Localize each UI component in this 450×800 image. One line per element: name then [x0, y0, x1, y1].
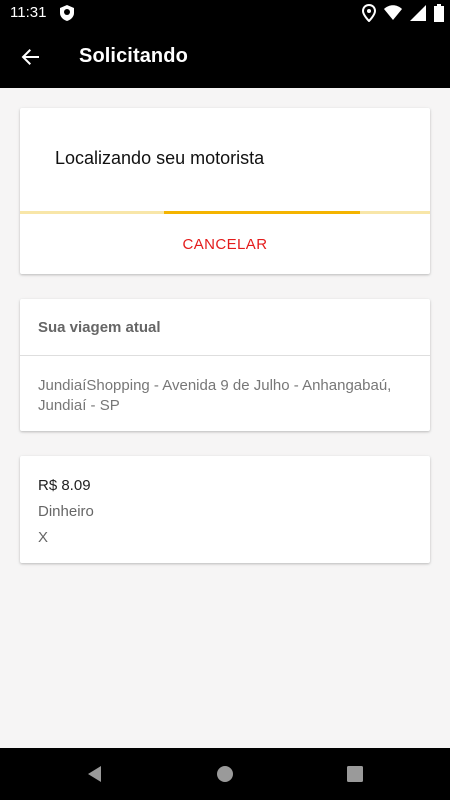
wifi-icon [384, 5, 402, 21]
recents-square-icon [347, 766, 363, 782]
signal-icon [410, 5, 426, 21]
trip-header: Sua viagem atual [38, 319, 161, 336]
back-button[interactable] [16, 42, 46, 72]
battery-icon [434, 4, 444, 22]
divider [20, 355, 430, 356]
status-icons [362, 4, 444, 22]
location-shield-icon [58, 4, 76, 22]
system-nav-bar [0, 748, 450, 800]
fare-price: R$ 8.09 [38, 477, 91, 494]
trip-address: JundiaíShopping - Avenida 9 de Julho - A… [38, 377, 392, 414]
app-bar: Solicitando [0, 26, 450, 88]
nav-home-button[interactable] [215, 764, 235, 784]
home-circle-icon [217, 766, 233, 782]
search-status-text: Localizando seu motorista [55, 148, 265, 168]
nav-recents-button[interactable] [345, 764, 365, 784]
status-time: 11:31 [10, 4, 47, 21]
page-title: Solicitando [79, 45, 188, 67]
status-bar: 11:31 [0, 0, 450, 26]
nav-back-button[interactable] [85, 764, 105, 784]
location-pin-icon [362, 4, 376, 22]
current-trip-card: Sua viagem atual JundiaíShopping - Aveni… [20, 299, 430, 431]
payment-method: Dinheiro [38, 503, 94, 520]
cancel-button[interactable]: CANCELAR [20, 214, 430, 274]
payment-card: R$ 8.09 Dinheiro X [20, 456, 430, 563]
payment-extra: X [38, 529, 49, 546]
back-triangle-icon [88, 766, 101, 782]
arrow-left-icon [21, 49, 39, 65]
driver-search-card: Localizando seu motorista CANCELAR [20, 108, 430, 274]
